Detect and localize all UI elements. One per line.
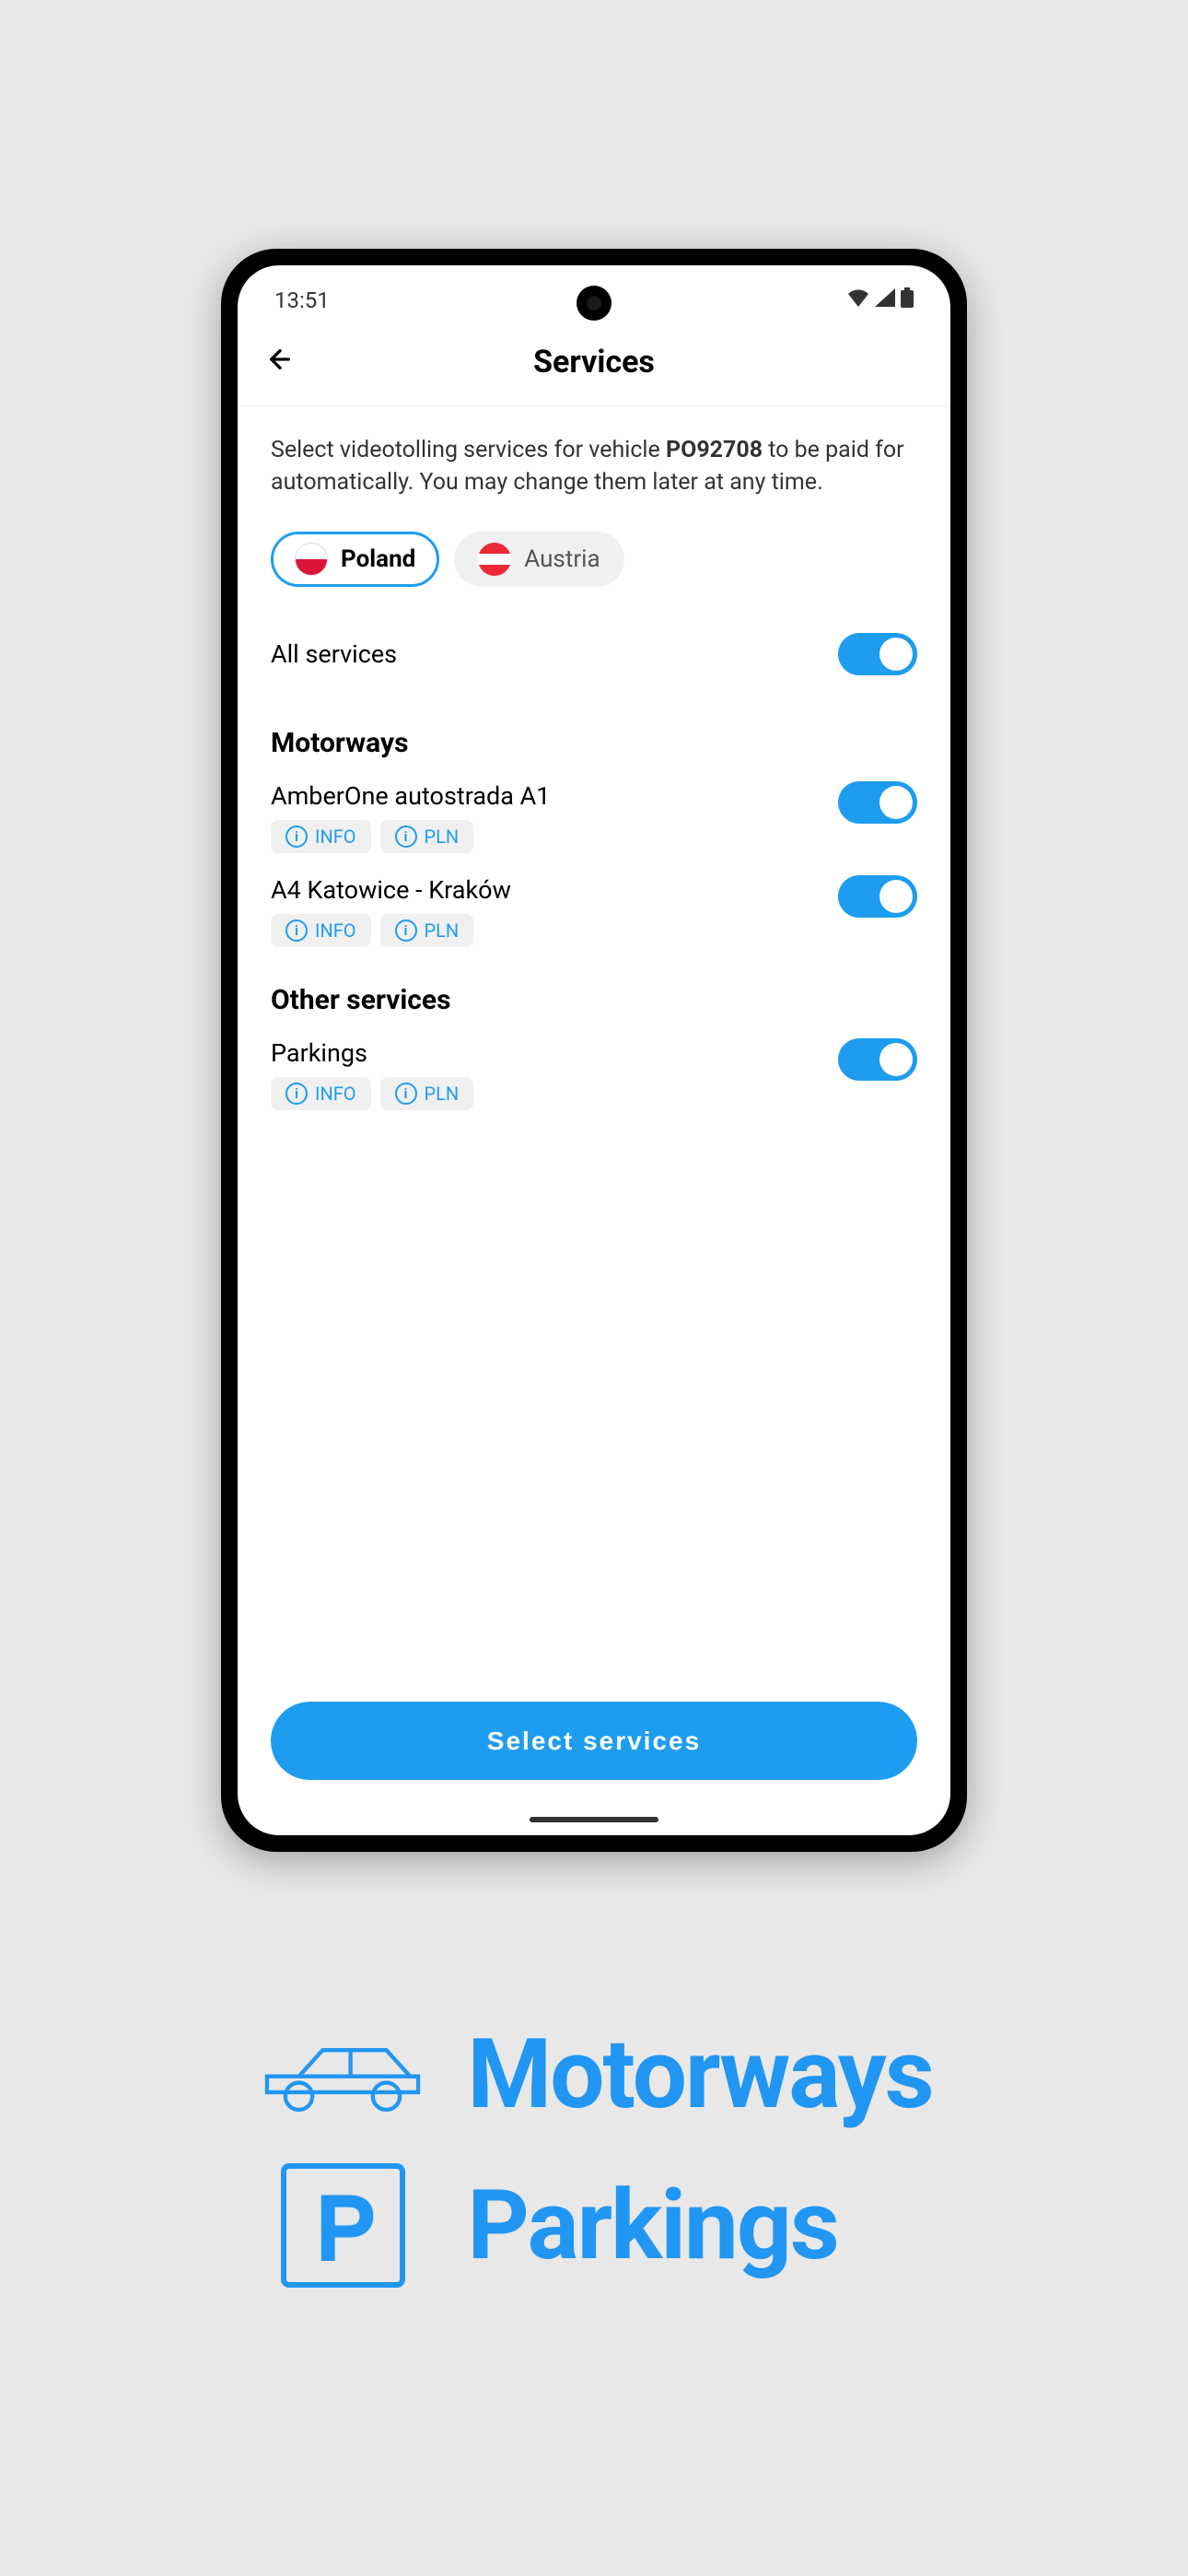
pln-chip[interactable]: i PLN bbox=[380, 1077, 474, 1110]
info-icon: i bbox=[285, 919, 308, 942]
parking-icon: P bbox=[255, 2159, 430, 2292]
promo-row-parkings: P Parkings bbox=[255, 2159, 932, 2292]
wifi-icon bbox=[847, 288, 869, 312]
vehicle-id: PO92708 bbox=[666, 437, 763, 463]
phone-screen: 13:51 Services Sel bbox=[238, 265, 950, 1835]
country-tab-poland[interactable]: Poland bbox=[271, 532, 439, 587]
info-icon: i bbox=[395, 825, 417, 848]
service-toggle[interactable] bbox=[838, 1038, 917, 1081]
select-services-button[interactable]: Select services bbox=[271, 1702, 917, 1780]
country-tab-austria[interactable]: Austria bbox=[454, 532, 623, 587]
service-item: A4 Katowice - Kraków i INFO i PLN bbox=[271, 875, 917, 947]
service-toggle[interactable] bbox=[838, 875, 917, 918]
info-icon: i bbox=[285, 1083, 308, 1105]
section-other-title: Other services bbox=[271, 984, 917, 1016]
service-name: A4 Katowice - Kraków bbox=[271, 875, 511, 905]
service-toggle[interactable] bbox=[838, 781, 917, 824]
phone-frame: 13:51 Services Sel bbox=[221, 249, 967, 1852]
phone-camera bbox=[577, 286, 611, 321]
flag-poland-icon bbox=[295, 543, 328, 576]
info-icon: i bbox=[395, 1083, 417, 1105]
country-tabs: Poland Austria bbox=[271, 532, 917, 587]
app-header: Services bbox=[238, 322, 950, 406]
service-item: Parkings i INFO i PLN bbox=[271, 1038, 917, 1110]
footer: Select services bbox=[238, 1674, 950, 1817]
service-item: AmberOne autostrada A1 i INFO i PLN bbox=[271, 781, 917, 853]
pln-chip[interactable]: i PLN bbox=[380, 914, 474, 947]
battery-icon bbox=[901, 287, 914, 313]
page-title: Services bbox=[533, 344, 655, 381]
svg-text:P: P bbox=[317, 2180, 375, 2277]
all-services-row: All services bbox=[271, 633, 917, 675]
service-name: Parkings bbox=[271, 1038, 473, 1068]
all-services-toggle[interactable] bbox=[838, 633, 917, 675]
info-chip[interactable]: i INFO bbox=[271, 820, 371, 853]
country-tab-label: Poland bbox=[341, 545, 415, 573]
content-area: Select videotolling services for vehicle… bbox=[238, 406, 950, 1674]
all-services-label: All services bbox=[271, 639, 397, 669]
home-indicator[interactable] bbox=[530, 1817, 658, 1822]
promo-section: Motorways P Parkings bbox=[255, 2018, 932, 2292]
signal-icon bbox=[875, 288, 895, 312]
intro-text: Select videotolling services for vehicle… bbox=[271, 434, 917, 498]
status-time: 13:51 bbox=[274, 287, 330, 313]
promo-parkings-text: Parkings bbox=[467, 2169, 837, 2282]
flag-austria-icon bbox=[478, 543, 511, 576]
service-name: AmberOne autostrada A1 bbox=[271, 781, 550, 811]
pln-chip[interactable]: i PLN bbox=[380, 820, 474, 853]
promo-row-motorways: Motorways bbox=[255, 2018, 932, 2131]
country-tab-label: Austria bbox=[524, 545, 600, 573]
info-chip[interactable]: i INFO bbox=[271, 914, 371, 947]
section-motorways-title: Motorways bbox=[271, 727, 917, 759]
promo-motorways-text: Motorways bbox=[467, 2018, 932, 2131]
car-icon bbox=[255, 2026, 430, 2123]
info-chip[interactable]: i INFO bbox=[271, 1077, 371, 1110]
info-icon: i bbox=[395, 919, 417, 942]
info-icon: i bbox=[285, 825, 308, 848]
status-icons bbox=[847, 287, 914, 313]
back-button[interactable] bbox=[265, 345, 295, 380]
